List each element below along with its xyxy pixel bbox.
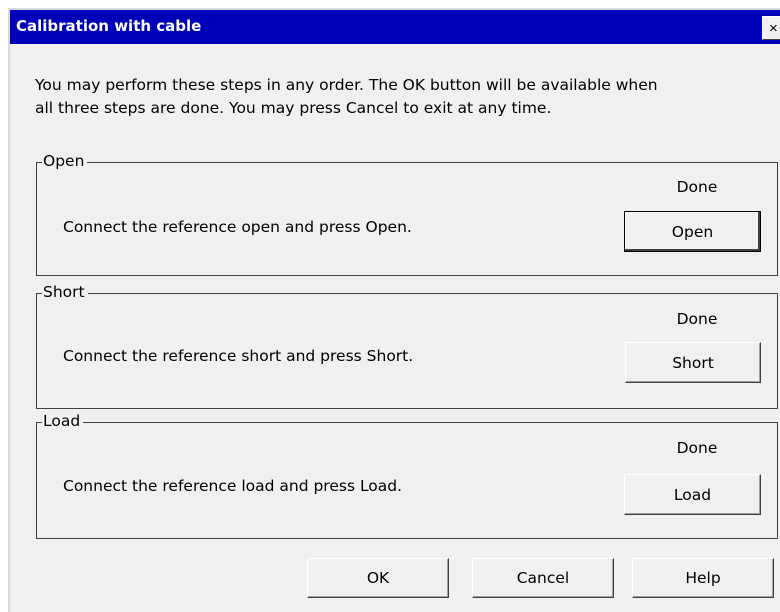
load-group: Load Done Connect the reference load and… — [36, 411, 778, 539]
short-status-label: Done — [676, 310, 718, 328]
short-group-label: Short — [42, 282, 88, 302]
open-status-label: Done — [676, 178, 718, 196]
load-button[interactable]: Load — [624, 474, 761, 515]
open-group-label: Open — [42, 151, 88, 171]
load-status-label: Done — [676, 439, 718, 457]
instructions-text: You may perform these steps in any order… — [35, 74, 775, 120]
title-bar[interactable]: Calibration with cable × — [10, 10, 780, 44]
window-title: Calibration with cable — [16, 17, 202, 35]
short-button[interactable]: Short — [625, 342, 761, 383]
calibration-dialog: Calibration with cable × You may perform… — [8, 8, 780, 612]
instructions-line: You may perform these steps in any order… — [35, 76, 658, 94]
load-group-label: Load — [42, 411, 84, 431]
open-button[interactable]: Open — [624, 211, 761, 252]
help-button[interactable]: Help — [632, 558, 774, 598]
open-group: Open Done Connect the reference open and… — [36, 151, 778, 276]
load-instruction: Connect the reference load and press Loa… — [63, 477, 403, 495]
short-group: Short Done Connect the reference short a… — [36, 282, 778, 409]
short-instruction: Connect the reference short and press Sh… — [63, 347, 414, 365]
cancel-button[interactable]: Cancel — [472, 558, 614, 598]
close-icon: × — [769, 20, 778, 37]
ok-button[interactable]: OK — [307, 558, 449, 598]
instructions-line: all three steps are done. You may press … — [35, 99, 552, 117]
open-instruction: Connect the reference open and press Ope… — [63, 218, 412, 236]
close-button[interactable]: × — [762, 16, 780, 40]
